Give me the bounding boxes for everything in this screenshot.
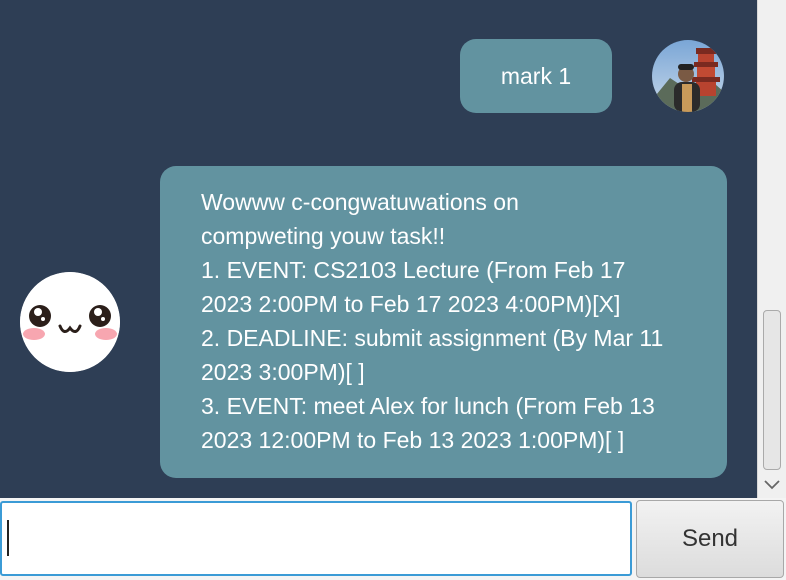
bot-response-line: 3. EVENT: meet Alex for lunch (From Feb …	[201, 393, 655, 419]
user-message-text: mark 1	[500, 63, 572, 89]
send-button[interactable]: Send	[636, 500, 784, 578]
bot-response-line: 2023 2:00PM to Feb 17 2023 4:00PM)[X]	[201, 291, 621, 317]
message-input[interactable]	[0, 501, 632, 576]
bot-response-bubble: Wowww c-congwatuwations on compweting yo…	[160, 166, 727, 478]
user-avatar	[652, 40, 724, 112]
chevron-down-icon[interactable]	[762, 474, 782, 494]
scrollbar-thumb[interactable]	[763, 310, 781, 470]
bot-response-line: 1. EVENT: CS2103 Lecture (From Feb 17	[201, 257, 626, 283]
bot-response-line: 2. DEADLINE: submit assignment (By Mar 1…	[201, 325, 664, 351]
bot-response-line: 2023 3:00PM)[ ]	[201, 359, 365, 385]
chat-dialog-area[interactable]: mark 1 Wowww c-congwatuwations on compwe…	[0, 0, 757, 498]
vertical-scrollbar[interactable]	[757, 0, 786, 498]
input-bar: Send	[0, 498, 786, 580]
bot-avatar	[20, 272, 120, 372]
bot-response-line: Wowww c-congwatuwations on	[201, 189, 519, 215]
bot-response-line: compweting youw task!!	[201, 223, 446, 249]
user-message-bubble: mark 1	[460, 39, 612, 113]
text-caret	[7, 520, 9, 556]
bot-response-line: 2023 12:00PM to Feb 13 2023 1:00PM)[ ]	[201, 427, 625, 453]
